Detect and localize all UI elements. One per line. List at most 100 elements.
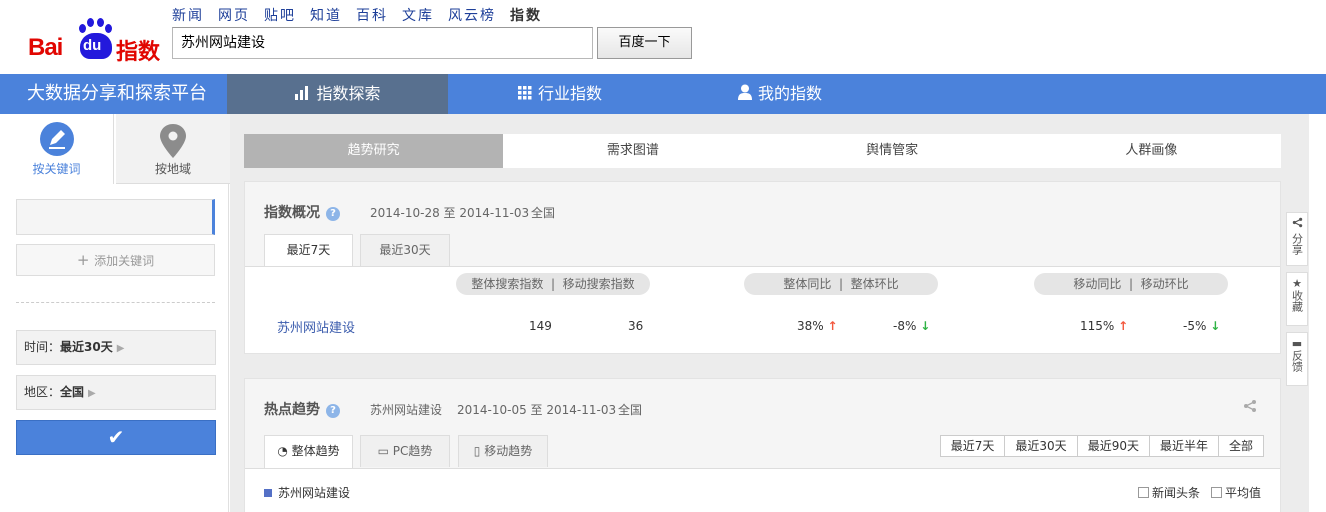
caret-right-icon: ▶ <box>88 388 96 399</box>
arrow-up-icon: ↑ <box>827 319 838 333</box>
monitor-icon: ▭ <box>377 444 389 458</box>
tab-index-explore[interactable]: 指数探索 <box>227 74 448 114</box>
arrow-down-icon: ↓ <box>1210 319 1221 333</box>
overview-title: 指数概况? <box>264 202 340 222</box>
subtab-trend-research[interactable]: 趋势研究 <box>244 134 504 168</box>
share-icon <box>1292 217 1302 228</box>
subtab-demand-map[interactable]: 需求图谱 <box>503 134 762 168</box>
baidu-index-logo[interactable]: Bai du 指数 <box>28 18 164 65</box>
range-7-days[interactable]: 最近7天 <box>941 436 1006 456</box>
add-keyword-button[interactable]: + 添加关键词 <box>16 244 215 276</box>
help-icon[interactable]: ? <box>326 207 340 221</box>
time-filter-value: 最近30天 <box>60 340 113 354</box>
map-pin-icon <box>156 122 190 158</box>
hot-trend-date-range: 2014-10-05 至 2014-11-03 <box>457 403 617 417</box>
range-all[interactable]: 全部 <box>1219 436 1263 456</box>
sub-tabs: 趋势研究 需求图谱 舆情管家 人群画像 <box>244 134 1281 168</box>
top-nav-wenku[interactable]: 文库 <box>402 5 434 25</box>
news-headline-checkbox[interactable]: 新闻头条 <box>1138 484 1200 501</box>
mobile-yoy-value: 115% ↑ <box>1080 319 1129 333</box>
top-nav-news[interactable]: 新闻 <box>172 5 204 25</box>
trend-chart-area: 苏州网站建设 新闻头条 平均值 <box>245 468 1280 512</box>
main-navbar: 大数据分享和探索平台 指数探索 行业指数 我的指数 <box>0 74 1326 114</box>
region-filter-value: 全国 <box>60 385 85 399</box>
left-sidebar: 按关键词 按地域 + 添加关键词 时间：最近30天 ▶ 地区：全国 ▶ ✔ <box>0 114 230 512</box>
main-content: 趋势研究 需求图谱 舆情管家 人群画像 指数概况? 2014-10-28 至 2… <box>230 114 1326 512</box>
logo-bai-text: Bai <box>28 34 63 61</box>
hot-trend-title: 热点趋势? <box>264 399 340 419</box>
tab-industry-index[interactable]: 行业指数 <box>505 74 615 114</box>
overall-mom-value: -8% ↓ <box>893 319 931 333</box>
header-search-index: 整体搜索指数 | 移动搜索指数 <box>456 273 650 295</box>
header-mobile-compare: 移动同比 | 移动环比 <box>1034 273 1228 295</box>
overview-table: 整体搜索指数 | 移动搜索指数 整体同比 | 整体环比 移动同比 | 移动环比 … <box>245 266 1280 353</box>
help-icon[interactable]: ? <box>326 404 340 418</box>
overall-yoy-value: 38% ↑ <box>797 319 838 333</box>
add-keyword-label: 添加关键词 <box>94 254 155 268</box>
tab-mobile-trend[interactable]: ▯ 移动趋势 <box>458 435 548 467</box>
arrow-down-icon: ↓ <box>920 319 931 333</box>
legend-swatch <box>264 489 272 497</box>
scrollbar[interactable] <box>1309 114 1326 512</box>
tab-my-index-label: 我的指数 <box>757 84 822 103</box>
range-90-days[interactable]: 最近90天 <box>1078 436 1150 456</box>
pie-chart-icon: ◔ <box>277 444 288 458</box>
search-button[interactable]: 百度一下 <box>597 27 692 59</box>
tab-last-7-days[interactable]: 最近7天 <box>264 234 353 267</box>
checkmark-icon: ✔ <box>107 425 125 449</box>
average-checkbox[interactable]: 平均值 <box>1211 484 1261 501</box>
overview-panel: 指数概况? 2014-10-28 至 2014-11-03 全国 最近7天 最近… <box>244 181 1281 354</box>
top-nav-tieba[interactable]: 贴吧 <box>264 5 296 25</box>
tab-overall-trend[interactable]: ◔ 整体趋势 <box>264 435 353 468</box>
range-buttons: 最近7天 最近30天 最近90天 最近半年 全部 <box>939 435 1264 457</box>
subtab-sentiment[interactable]: 舆情管家 <box>763 134 1022 168</box>
time-filter-label: 时间： <box>24 340 61 354</box>
search-input[interactable]: 苏州网站建设 <box>172 27 593 59</box>
top-nav-zhidao[interactable]: 知道 <box>310 5 342 25</box>
subtab-audience[interactable]: 人群画像 <box>1022 134 1281 168</box>
tab-last-30-days[interactable]: 最近30天 <box>360 234 450 266</box>
keyword-link[interactable]: 苏州网站建设 <box>277 317 355 336</box>
logo-product-text: 指数 <box>116 40 161 65</box>
caret-right-icon: ▶ <box>116 343 125 354</box>
platform-title: 大数据分享和探索平台 <box>27 83 207 104</box>
edit-pen-icon <box>39 122 74 156</box>
favorite-float-button[interactable]: ★ 收藏 <box>1286 272 1308 326</box>
keyword-input[interactable] <box>16 199 215 235</box>
star-icon: ★ <box>1292 277 1302 290</box>
share-float-button[interactable]: 分享 <box>1286 212 1308 266</box>
mobile-search-index-value: 36 <box>628 319 644 333</box>
range-half-year[interactable]: 最近半年 <box>1150 436 1219 456</box>
baidu-paw-icon: du <box>77 18 115 62</box>
plus-icon: + <box>76 251 95 269</box>
tab-pc-trend[interactable]: ▭ PC趋势 <box>360 435 450 467</box>
top-nav-baike[interactable]: 百科 <box>356 5 388 25</box>
overall-search-index-value: 149 <box>529 319 552 333</box>
bar-chart-icon <box>294 75 310 115</box>
side-tab-region-label: 按地域 <box>154 162 191 176</box>
mobile-mom-value: -5% ↓ <box>1183 319 1221 333</box>
time-filter[interactable]: 时间：最近30天 ▶ <box>16 330 216 365</box>
header-overall-compare: 整体同比 | 整体环比 <box>744 273 938 295</box>
phone-icon: ▯ <box>473 444 481 458</box>
share-icon[interactable] <box>1243 399 1257 416</box>
side-tab-keyword-label: 按关键词 <box>32 162 81 176</box>
top-nav-web[interactable]: 网页 <box>218 5 250 25</box>
arrow-up-icon: ↑ <box>1118 319 1129 333</box>
top-nav: 新闻 网页 贴吧 知道 百科 文库 风云榜 指数 <box>172 5 556 25</box>
top-nav-fengyunbang[interactable]: 风云榜 <box>448 5 496 25</box>
overview-region: 全国 <box>531 206 556 220</box>
range-30-days[interactable]: 最近30天 <box>1005 436 1078 456</box>
side-tab-keyword[interactable]: 按关键词 <box>0 114 114 184</box>
feedback-float-button[interactable]: ▬ 反馈 <box>1286 332 1308 386</box>
confirm-button[interactable]: ✔ <box>16 420 216 455</box>
region-filter[interactable]: 地区：全国 ▶ <box>16 375 216 410</box>
tab-my-index[interactable]: 我的指数 <box>725 74 835 114</box>
top-nav-index[interactable]: 指数 <box>510 5 542 25</box>
divider <box>16 302 215 303</box>
header: Bai du 指数 新闻 网页 贴吧 知道 百科 文库 风云榜 指数 苏州网站建… <box>0 0 1326 74</box>
tab-industry-index-label: 行业指数 <box>537 84 602 103</box>
legend-item[interactable]: 苏州网站建设 <box>264 484 350 501</box>
hot-trend-keyword: 苏州网站建设 <box>370 403 443 417</box>
side-tab-region[interactable]: 按地域 <box>116 114 230 184</box>
